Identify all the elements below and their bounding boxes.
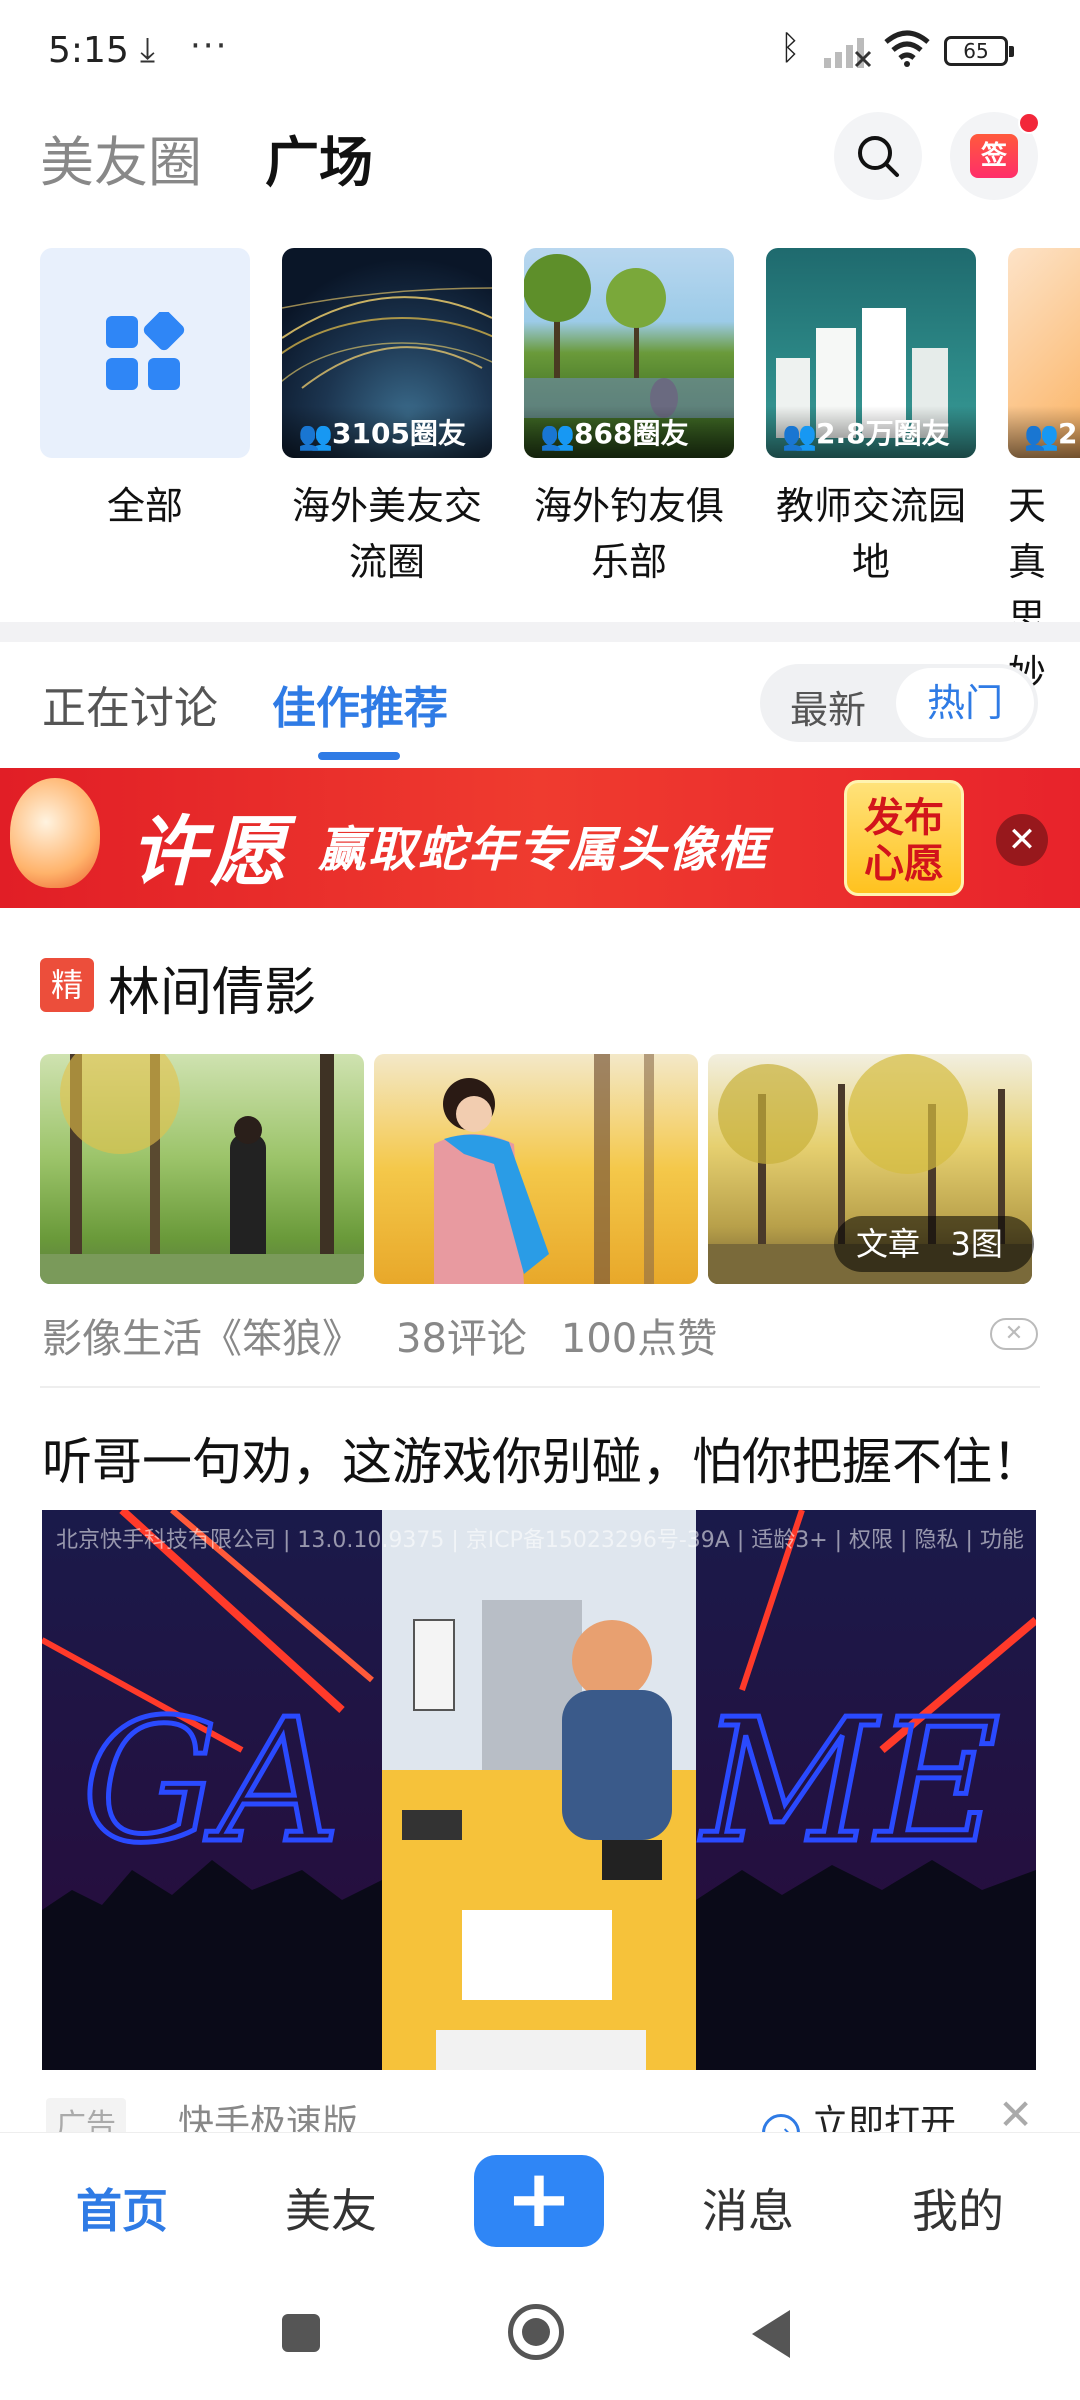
download-icon: ⤓: [140, 30, 156, 70]
search-icon: [858, 136, 899, 177]
people-icon: 👥: [298, 419, 333, 452]
people-icon: 👥: [540, 419, 575, 452]
system-nav-bar: [0, 2262, 1080, 2400]
circle-thumb: 👥2: [1008, 248, 1080, 458]
recents-icon[interactable]: [282, 2314, 320, 2352]
like-count: 100点赞: [560, 1316, 718, 1362]
banner-wish-text: 许愿: [130, 807, 290, 896]
circle-thumb: 👥2.8万圈友: [766, 248, 976, 458]
active-tab-indicator: [318, 752, 400, 760]
circle-name: 海外美友交流圈: [291, 484, 482, 584]
ad-watermark: 北京快手科技有限公司 | 13.0.10.9375 | 京ICP备1502329…: [56, 1528, 1024, 1553]
circle-name: 教师交流园地: [775, 484, 966, 584]
tab-recommended[interactable]: 佳作推荐: [272, 672, 448, 736]
sign-in-button[interactable]: 签: [950, 112, 1040, 200]
home-icon[interactable]: [508, 2304, 564, 2360]
ad-video[interactable]: GA ME 北京快手科技有限公司 | 13.0.10.9375 | 京ICP备1…: [42, 1510, 1036, 2070]
circle-name: 天真思妙: [1008, 484, 1047, 696]
post-image[interactable]: [374, 1054, 698, 1284]
circle-name: 全部: [106, 484, 183, 528]
svg-text:ME: ME: [699, 1683, 1000, 1881]
dismiss-post-button[interactable]: ✕: [990, 1318, 1038, 1350]
post-author[interactable]: 影像生活《笨狼》: [42, 1316, 362, 1362]
bottom-nav: 首页 美友 + 消息 我的: [0, 2132, 1080, 2262]
promo-banner[interactable]: 许愿 赢取蛇年专属头像框 发布心愿 ✕: [0, 768, 1080, 908]
section-divider: [0, 622, 1080, 642]
member-count: 👥2.8万圈友: [766, 406, 976, 458]
post-title[interactable]: 林间倩影: [108, 950, 316, 1025]
comment-count: 38评论: [396, 1316, 527, 1362]
nav-messages[interactable]: 消息: [702, 2175, 794, 2241]
nav-home[interactable]: 首页: [76, 2175, 168, 2241]
circle-teachers[interactable]: 👥2.8万圈友 教师交流园地: [766, 248, 976, 590]
circle-overseas-friends[interactable]: 👥3105圈友 海外美友交流圈: [282, 248, 492, 590]
circle-thumb: 👥868圈友: [524, 248, 734, 458]
signal-icon: [824, 38, 872, 68]
banner-text: 赢取蛇年专属头像框: [318, 822, 769, 878]
member-count: 👥868圈友: [524, 406, 734, 458]
sort-latest[interactable]: 最新: [790, 679, 866, 734]
nav-me[interactable]: 我的: [912, 2175, 1004, 2241]
banner-close-button[interactable]: ✕: [996, 814, 1048, 866]
nav-friends[interactable]: 美友: [285, 2175, 377, 2241]
circle-overseas-fishing[interactable]: 👥868圈友 海外钓友俱乐部: [524, 248, 734, 590]
all-circles-thumb: [40, 248, 250, 458]
banner-cta-button[interactable]: 发布心愿: [844, 780, 964, 896]
featured-badge: 精: [40, 958, 94, 1012]
svg-text:GA: GA: [82, 1683, 341, 1881]
tab-square[interactable]: 广场: [265, 118, 373, 197]
circle-all[interactable]: 全部: [40, 248, 250, 534]
grid-icon: [106, 312, 185, 390]
member-count: 👥3105圈友: [282, 406, 492, 458]
post-meta: 影像生活《笨狼》 38评论 100点赞: [42, 1306, 751, 1364]
status-bar: 5:15 ⤓ ··· ᛒ 65: [0, 0, 1080, 100]
lantern-icon: [10, 778, 100, 888]
sort-hot[interactable]: 热门: [896, 668, 1034, 738]
bluetooth-icon: ᛒ: [780, 28, 801, 68]
notification-dot: [1018, 112, 1040, 134]
tab-discussing[interactable]: 正在讨论: [42, 672, 218, 736]
battery-icon: 65: [944, 36, 1014, 66]
status-time: 5:15: [48, 30, 129, 71]
circle-name: 海外钓友俱乐部: [533, 484, 724, 584]
image-count-tag: 文章 3图: [834, 1216, 1034, 1272]
wifi-icon: [884, 30, 930, 67]
people-icon: 👥: [1024, 419, 1059, 452]
calendar-sign-icon: 签: [970, 134, 1018, 178]
post-image[interactable]: [40, 1054, 364, 1284]
divider: [40, 1386, 1040, 1388]
member-count: 👥2: [1008, 406, 1080, 458]
sort-toggle[interactable]: 最新 热门: [760, 664, 1038, 742]
create-post-button[interactable]: +: [474, 2155, 604, 2247]
ad-title[interactable]: 听哥一句劝，这游戏你别碰，怕你把握不住！: [42, 1422, 1042, 1494]
tab-friends-circle[interactable]: 美友圈: [40, 118, 202, 197]
back-icon[interactable]: [752, 2310, 790, 2358]
circle-thumb: 👥3105圈友: [282, 248, 492, 458]
people-icon: 👥: [782, 419, 817, 452]
more-notifications-icon: ···: [190, 26, 229, 66]
search-button[interactable]: [834, 112, 922, 200]
